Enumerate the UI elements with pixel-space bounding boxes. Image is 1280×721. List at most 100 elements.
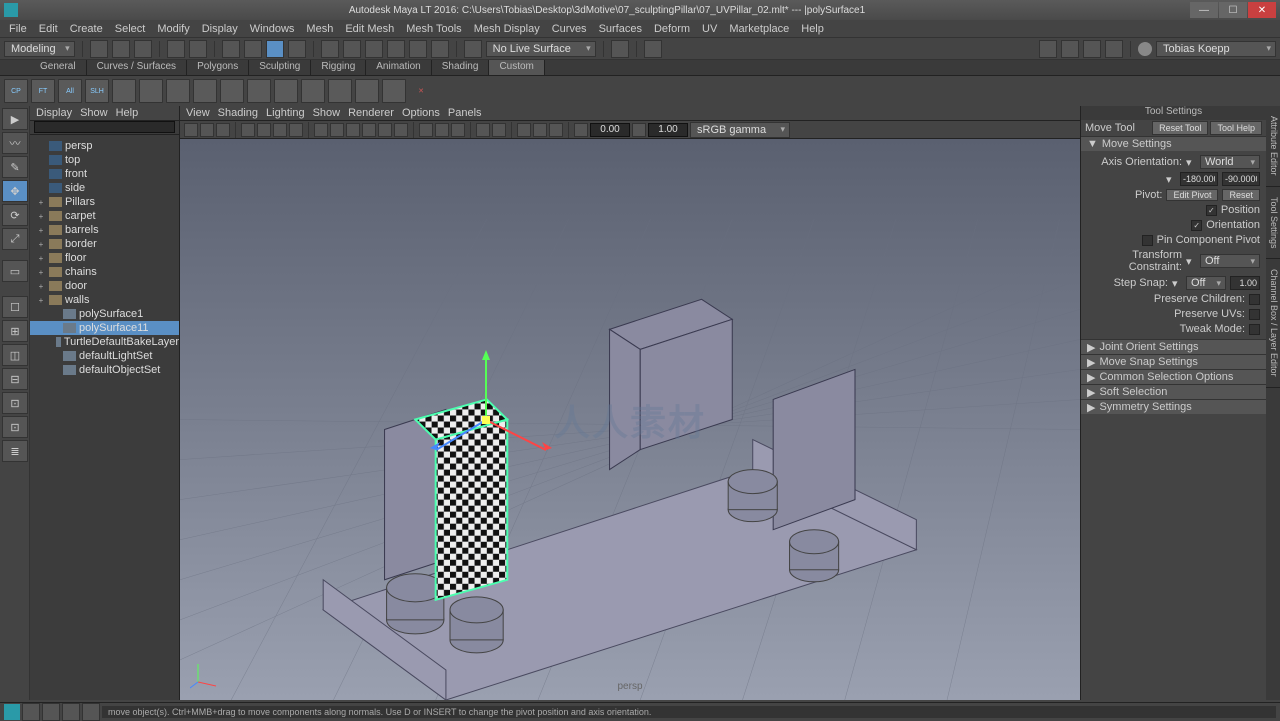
menu-marketplace[interactable]: Marketplace xyxy=(724,22,794,36)
viewport-menu-view[interactable]: View xyxy=(186,107,210,119)
menu-surfaces[interactable]: Surfaces xyxy=(594,22,647,36)
section-joint-orient-settings[interactable]: ▶Joint Orient Settings xyxy=(1081,339,1266,354)
vp-image-plane-icon[interactable] xyxy=(216,123,230,137)
mel-icon[interactable] xyxy=(42,703,60,721)
lasso-tool[interactable]: 〰 xyxy=(2,132,28,154)
section-move-snap-settings[interactable]: ▶Move Snap Settings xyxy=(1081,354,1266,369)
two-side[interactable]: ◫ xyxy=(2,344,28,366)
step-snap-combo[interactable]: Off xyxy=(1186,276,1226,290)
vp-light-icon[interactable] xyxy=(378,123,392,137)
viewport-menu-options[interactable]: Options xyxy=(402,107,440,119)
render-icon[interactable] xyxy=(644,40,662,58)
section-symmetry-settings[interactable]: ▶Symmetry Settings xyxy=(1081,399,1266,414)
shelf-icon-13[interactable] xyxy=(355,79,379,103)
layout3-icon[interactable] xyxy=(1083,40,1101,58)
shelf-tab-shading[interactable]: Shading xyxy=(432,60,490,75)
menu-curves[interactable]: Curves xyxy=(547,22,592,36)
outliner-item-persp[interactable]: persp xyxy=(30,139,179,153)
vp-isolate-icon[interactable] xyxy=(419,123,433,137)
expand-icon[interactable]: + xyxy=(36,212,46,221)
viewport-menu-shading[interactable]: Shading xyxy=(218,107,258,119)
transform-constraint-combo[interactable]: Off xyxy=(1200,254,1260,268)
menu-file[interactable]: File xyxy=(4,22,32,36)
single-pane[interactable]: ☐ xyxy=(2,296,28,318)
vp-bookmark-icon[interactable] xyxy=(200,123,214,137)
minimize-button[interactable]: — xyxy=(1190,2,1218,18)
history-toggle-icon[interactable] xyxy=(611,40,629,58)
snap-view-icon[interactable] xyxy=(431,40,449,58)
shelf-tab-rigging[interactable]: Rigging xyxy=(311,60,366,75)
snap-plane-icon[interactable] xyxy=(387,40,405,58)
vp-aa-icon[interactable] xyxy=(549,123,563,137)
viewport-menu-show[interactable]: Show xyxy=(313,107,341,119)
outliner-item-polysurface1[interactable]: polySurface1 xyxy=(30,307,179,321)
vp-dof-icon[interactable] xyxy=(574,123,588,137)
vp-shadewire-icon[interactable] xyxy=(346,123,360,137)
expand-icon[interactable]: + xyxy=(36,268,46,277)
position-checkbox[interactable]: ✓ xyxy=(1206,205,1217,216)
shelf-icon-0[interactable]: CP xyxy=(4,79,28,103)
outliner-menu-help[interactable]: Help xyxy=(116,107,139,119)
shelf-tab-sculpting[interactable]: Sculpting xyxy=(249,60,311,75)
paint-tool[interactable]: ✎ xyxy=(2,156,28,178)
menu-create[interactable]: Create xyxy=(65,22,108,36)
menu-mesh-tools[interactable]: Mesh Tools xyxy=(401,22,466,36)
section-soft-selection[interactable]: ▶Soft Selection xyxy=(1081,384,1266,399)
outliner-item-floor[interactable]: +floor xyxy=(30,251,179,265)
vp-res-icon[interactable] xyxy=(273,123,287,137)
mask-icon[interactable] xyxy=(288,40,306,58)
outliner-item-door[interactable]: +door xyxy=(30,279,179,293)
shelf-icon-2[interactable]: All xyxy=(58,79,82,103)
maximize-button[interactable]: ☐ xyxy=(1219,2,1247,18)
gamma-field-1[interactable] xyxy=(590,123,630,137)
snap-grid-icon[interactable] xyxy=(321,40,339,58)
shelf-icon-7[interactable] xyxy=(193,79,217,103)
shelf-icon-4[interactable] xyxy=(112,79,136,103)
redo-icon[interactable] xyxy=(189,40,207,58)
outliner-menu-show[interactable]: Show xyxy=(80,107,108,119)
axis-orientation-combo[interactable]: World xyxy=(1200,155,1260,169)
axis-rot1[interactable] xyxy=(1180,172,1218,186)
open-scene-icon[interactable] xyxy=(112,40,130,58)
outliner-menu-display[interactable]: Display xyxy=(36,107,72,119)
vp-safe-icon[interactable] xyxy=(289,123,303,137)
save-scene-icon[interactable] xyxy=(134,40,152,58)
outliner-item-side[interactable]: side xyxy=(30,181,179,195)
last-tool[interactable]: ▭ xyxy=(2,260,28,282)
scale-tool[interactable]: ⤢ xyxy=(2,228,28,250)
edit-pivot-button[interactable]: Edit Pivot xyxy=(1166,189,1218,201)
move-tool[interactable]: ✥ xyxy=(2,180,28,202)
vp-tex-icon[interactable] xyxy=(362,123,376,137)
viewport-menu-lighting[interactable]: Lighting xyxy=(266,107,305,119)
shelf-icon-5[interactable] xyxy=(139,79,163,103)
side-tab-attribute-editor[interactable]: Attribute Editor xyxy=(1266,106,1280,187)
step-snap-value[interactable] xyxy=(1230,276,1260,290)
viewport-menu-renderer[interactable]: Renderer xyxy=(348,107,394,119)
snap-live-icon[interactable] xyxy=(409,40,427,58)
expand-icon[interactable]: + xyxy=(36,254,46,263)
menu-help[interactable]: Help xyxy=(796,22,829,36)
axis-rot2[interactable] xyxy=(1222,172,1260,186)
menu-mesh-display[interactable]: Mesh Display xyxy=(469,22,545,36)
menu-display[interactable]: Display xyxy=(197,22,243,36)
close-button[interactable]: ✕ xyxy=(1248,2,1276,18)
live-surface-combo[interactable]: No Live Surface xyxy=(486,41,596,57)
lasso-icon[interactable] xyxy=(244,40,262,58)
viewport-canvas[interactable]: persp 人人素材 xyxy=(180,139,1080,700)
shelf-tab-custom[interactable]: Custom xyxy=(489,60,544,75)
shelf-tab-general[interactable]: General xyxy=(30,60,87,75)
expand-icon[interactable]: + xyxy=(36,296,46,305)
python-icon[interactable] xyxy=(62,703,80,721)
outliner-item-turtledefaultbakelayer[interactable]: TurtleDefaultBakeLayer xyxy=(30,335,179,349)
vp-select-cam-icon[interactable] xyxy=(184,123,198,137)
side-tab-tool-settings[interactable]: Tool Settings xyxy=(1266,187,1280,260)
outliner-item-defaultobjectset[interactable]: defaultObjectSet xyxy=(30,363,179,377)
menu-uv[interactable]: UV xyxy=(697,22,722,36)
outliner-item-border[interactable]: +border xyxy=(30,237,179,251)
paint-select-icon[interactable] xyxy=(266,40,284,58)
orientation-checkbox[interactable]: ✓ xyxy=(1191,220,1202,231)
outliner-search[interactable] xyxy=(34,121,175,133)
outliner-item-front[interactable]: front xyxy=(30,167,179,181)
help-line-icon[interactable] xyxy=(82,703,100,721)
section-common-selection-options[interactable]: ▶Common Selection Options xyxy=(1081,369,1266,384)
